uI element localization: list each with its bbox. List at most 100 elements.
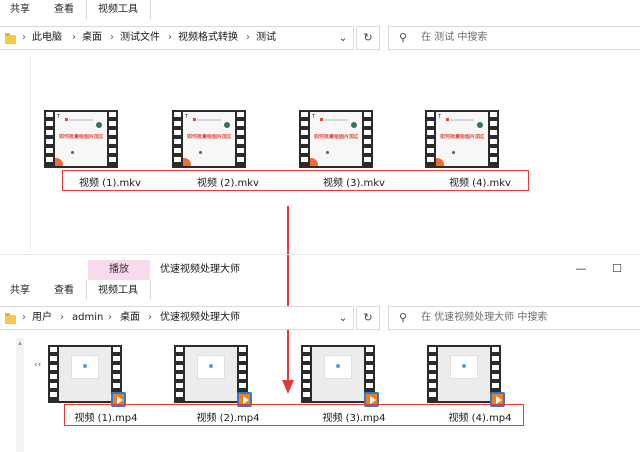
scroll-up-icon[interactable]: ▴ — [16, 338, 24, 348]
video-frame — [185, 347, 237, 401]
video-frame: T 如何批量给图片加边框? — [436, 112, 488, 166]
arrow-head — [282, 380, 294, 394]
dropdown-icon[interactable]: ⌄ — [336, 27, 350, 49]
video-frame — [59, 347, 111, 401]
tab-video-tools[interactable]: 视频工具 — [90, 283, 146, 299]
file-name-mkv-4[interactable]: 视频 (4).mkv — [432, 174, 528, 189]
chevron-icon: › — [110, 32, 114, 43]
breadcrumb-app-folder[interactable]: 优速视频处理大师 — [160, 307, 240, 329]
chevron-icon: › — [72, 32, 76, 43]
search-box[interactable]: ⚲ 在 测试 中搜索 — [388, 26, 640, 50]
video-frame: T 如何批量给图片加边框? — [310, 112, 362, 166]
mp4-thumbnail-4[interactable] — [427, 345, 505, 407]
dropdown-icon[interactable]: ⌄ — [336, 307, 350, 329]
film-perforation — [237, 112, 244, 166]
mp4-thumbnail-3[interactable] — [301, 345, 379, 407]
back-chevron-icon[interactable]: ‹‹ — [34, 360, 41, 370]
nav-pane-scrollbar[interactable] — [16, 338, 24, 452]
breadcrumb-test-files[interactable]: 测试文件 — [120, 27, 160, 49]
film-perforation — [176, 347, 183, 401]
logo-line — [324, 119, 348, 121]
decor-blob — [183, 158, 191, 166]
frame-title: 如何批量给图片加边框? — [59, 134, 103, 140]
decor-dot — [452, 151, 455, 154]
breadcrumb-desktop[interactable]: 桌面 — [120, 307, 140, 329]
breadcrumb-admin[interactable]: admin — [72, 307, 103, 329]
breadcrumb-this-pc[interactable]: 此电脑 — [32, 27, 62, 49]
mp4-thumbnail-2[interactable] — [174, 345, 252, 407]
folder-icon — [5, 33, 16, 44]
brand-mark: T — [185, 114, 189, 120]
logo-dot — [446, 118, 449, 121]
chevron-icon: › — [246, 32, 250, 43]
maximize-button[interactable]: ☐ — [610, 260, 624, 278]
file-name-mkv-1[interactable]: 视频 (1).mkv — [62, 174, 158, 189]
tab-view[interactable]: 查看 — [50, 2, 78, 18]
tab-share[interactable]: 共享 — [6, 283, 34, 299]
decor-dot — [199, 151, 202, 154]
film-perforation — [46, 112, 53, 166]
address-bar[interactable]: › 此电脑 › 桌面 › 测试文件 › 视频格式转换 › 测试 ⌄ — [0, 26, 354, 50]
mkv-thumbnail-4[interactable]: T 如何批量给图片加边框? — [425, 110, 499, 168]
refresh-icon: ↻ — [363, 311, 373, 324]
search-placeholder: 在 优速视频处理大师 中搜索 — [421, 312, 548, 323]
search-icon: ⚲ — [398, 31, 408, 44]
video-frame — [438, 347, 490, 401]
tab-separator — [86, 0, 87, 20]
frame-title: 如何批量给图片加边框? — [314, 134, 358, 140]
logo-line — [197, 119, 221, 121]
decor-blob — [55, 158, 63, 166]
mkv-thumbnail-2[interactable]: T 如何批量给图片加边框? — [172, 110, 246, 168]
file-name-mp4-1[interactable]: 视频 (1).mp4 — [58, 409, 154, 424]
tab-share[interactable]: 共享 — [6, 2, 34, 18]
nav-pane-divider — [30, 56, 31, 252]
decor-dot — [462, 364, 466, 368]
mkv-thumbnail-1[interactable]: T 如何批量给图片加边框? — [44, 110, 118, 168]
mp4-thumbnail-1[interactable] — [48, 345, 126, 407]
decor-dot — [336, 364, 340, 368]
breadcrumb-desktop[interactable]: 桌面 — [82, 27, 102, 49]
decor-dot — [224, 122, 230, 128]
file-name-mp4-4[interactable]: 视频 (4).mp4 — [432, 409, 528, 424]
film-perforation — [303, 347, 310, 401]
breadcrumb-users[interactable]: 用户 — [32, 307, 52, 329]
search-placeholder: 在 测试 中搜索 — [421, 32, 488, 43]
chevron-icon: › — [148, 312, 152, 323]
address-bar[interactable]: › 用户 › admin › 桌面 › 优速视频处理大师 ⌄ — [0, 306, 354, 330]
minimize-button[interactable]: — — [574, 260, 588, 278]
breadcrumb-video-format-convert[interactable]: 视频格式转换 — [178, 27, 238, 49]
tab-view[interactable]: 查看 — [50, 283, 78, 299]
film-perforation — [429, 347, 436, 401]
mkv-thumbnail-3[interactable]: T 如何批量给图片加边框? — [299, 110, 373, 168]
tab-play[interactable]: 播放 — [88, 260, 150, 280]
tab-separator — [150, 0, 151, 20]
film-perforation — [50, 347, 57, 401]
file-name-mp4-2[interactable]: 视频 (2).mp4 — [180, 409, 276, 424]
file-name-mkv-2[interactable]: 视频 (2).mkv — [180, 174, 276, 189]
brand-mark: T — [57, 114, 61, 120]
window-top-border — [0, 254, 640, 255]
decor-blob — [436, 158, 444, 166]
film-perforation — [490, 112, 497, 166]
chevron-icon: › — [60, 312, 64, 323]
logo-line — [69, 119, 93, 121]
refresh-button[interactable]: ↻ — [356, 26, 380, 50]
tab-video-tools[interactable]: 视频工具 — [90, 2, 146, 18]
logo-dot — [65, 118, 68, 121]
decor-dot — [71, 151, 74, 154]
frame-title: 如何批量给图片加边框? — [440, 134, 484, 140]
decor-dot — [326, 151, 329, 154]
decor-blob — [310, 158, 318, 166]
search-icon: ⚲ — [398, 311, 408, 324]
decor-dot — [209, 364, 213, 368]
film-perforation — [109, 112, 116, 166]
breadcrumb-test[interactable]: 测试 — [256, 27, 276, 49]
logo-dot — [320, 118, 323, 121]
file-name-mkv-3[interactable]: 视频 (3).mkv — [306, 174, 402, 189]
chevron-icon: › — [108, 312, 112, 323]
refresh-button[interactable]: ↻ — [356, 306, 380, 330]
video-frame: T 如何批量给图片加边框? — [183, 112, 235, 166]
file-name-mp4-3[interactable]: 视频 (3).mp4 — [306, 409, 402, 424]
logo-line — [450, 119, 474, 121]
search-box[interactable]: ⚲ 在 优速视频处理大师 中搜索 — [388, 306, 640, 330]
